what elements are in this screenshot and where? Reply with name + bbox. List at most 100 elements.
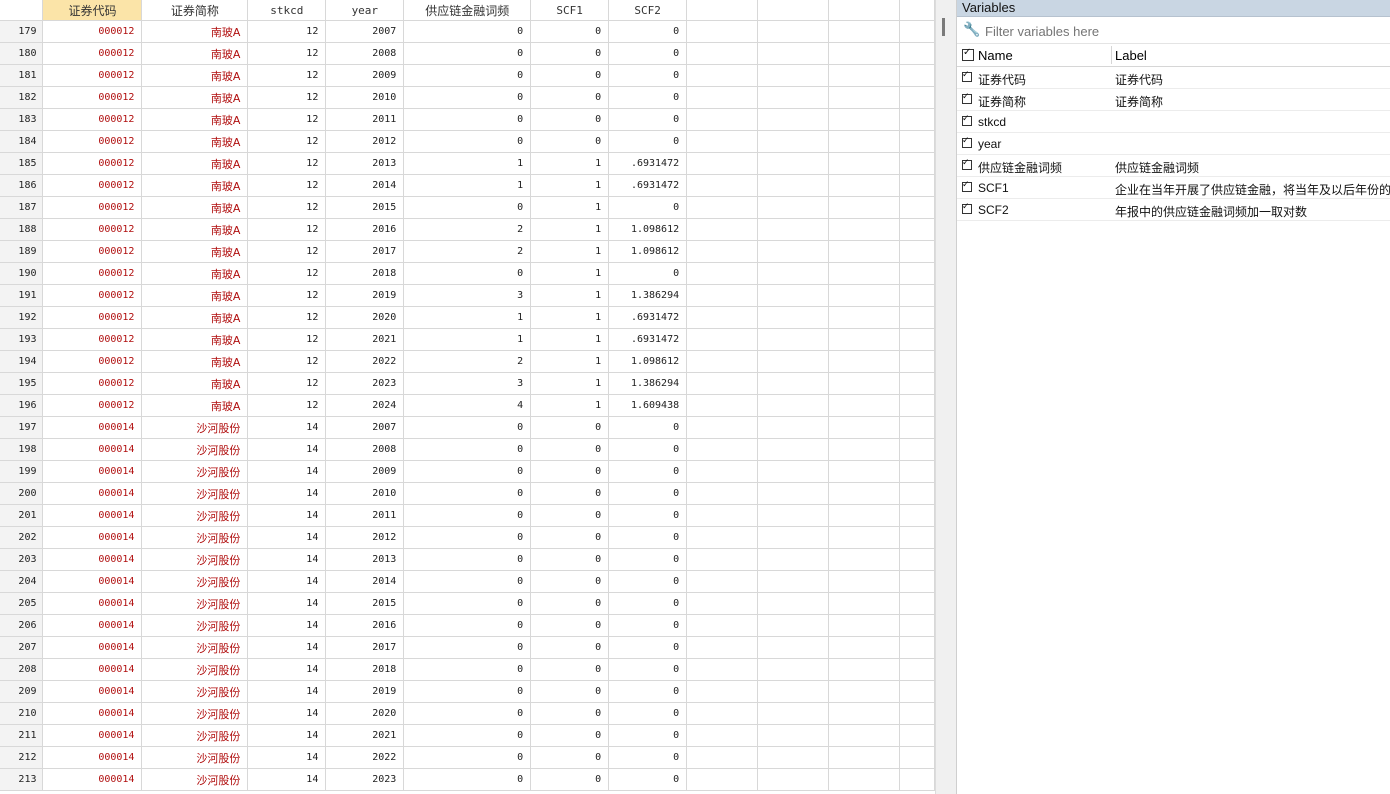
table-row[interactable]: 201 000014 沙河股份 14 2011 0 0 0	[0, 504, 935, 527]
cell-stkcd[interactable]: 14	[247, 570, 327, 593]
label-column-header[interactable]: Label	[1115, 48, 1147, 63]
cell-zqdm[interactable]: 000014	[42, 438, 143, 461]
cell-scf2[interactable]: 0	[608, 614, 688, 637]
cell-scf1[interactable]: 1	[530, 328, 610, 351]
cell-scf1[interactable]: 0	[530, 42, 610, 65]
cell-scf1[interactable]: 1	[530, 174, 610, 197]
empty-cell[interactable]	[828, 504, 900, 527]
empty-cell[interactable]	[757, 592, 829, 615]
cell-scf1[interactable]: 1	[530, 262, 610, 285]
empty-cell[interactable]	[828, 20, 900, 43]
cell-scf-freq[interactable]: 3	[403, 284, 532, 307]
table-row[interactable]: 200 000014 沙河股份 14 2010 0 0 0	[0, 482, 935, 505]
cell-year[interactable]: 2007	[325, 20, 405, 43]
empty-cell[interactable]	[757, 482, 829, 505]
table-row[interactable]: 203 000014 沙河股份 14 2013 0 0 0	[0, 548, 935, 571]
empty-cell[interactable]	[899, 680, 935, 703]
table-row[interactable]: 212 000014 沙河股份 14 2022 0 0 0	[0, 746, 935, 769]
cell-scf1[interactable]: 1	[530, 394, 610, 417]
cell-stkcd[interactable]: 12	[247, 152, 327, 175]
cell-scf1[interactable]: 0	[530, 768, 610, 791]
cell-scf2[interactable]: 0	[608, 20, 688, 43]
cell-scf1[interactable]: 1	[530, 372, 610, 395]
column-divider[interactable]	[1111, 46, 1112, 64]
table-row[interactable]: 183 000012 南玻A 12 2011 0 0 0	[0, 108, 935, 131]
empty-cell[interactable]	[686, 526, 759, 549]
empty-cell[interactable]	[757, 416, 829, 439]
cell-scf2[interactable]: 1.386294	[608, 284, 688, 307]
cell-scf1[interactable]: 0	[530, 702, 610, 725]
cell-scf2[interactable]: 0	[608, 460, 688, 483]
empty-cell[interactable]	[686, 438, 759, 461]
row-number[interactable]: 198	[0, 438, 44, 461]
cell-year[interactable]: 2018	[325, 658, 405, 681]
variable-row[interactable]: stkcd	[957, 111, 1390, 133]
column-header[interactable]: 证券代码	[42, 0, 143, 21]
empty-cell[interactable]	[757, 196, 829, 219]
empty-cell[interactable]	[899, 438, 935, 461]
cell-year[interactable]: 2012	[325, 130, 405, 153]
empty-cell[interactable]	[899, 702, 935, 725]
cell-stkcd[interactable]: 14	[247, 702, 327, 725]
empty-column-header[interactable]	[828, 0, 900, 21]
cell-scf2[interactable]: 0	[608, 658, 688, 681]
row-number[interactable]: 210	[0, 702, 44, 725]
empty-cell[interactable]	[828, 548, 900, 571]
empty-cell[interactable]	[686, 394, 759, 417]
cell-scf-freq[interactable]: 0	[403, 746, 532, 769]
cell-zqjc[interactable]: 南玻A	[141, 328, 249, 351]
cell-scf2[interactable]: 1.386294	[608, 372, 688, 395]
empty-cell[interactable]	[757, 284, 829, 307]
empty-cell[interactable]	[899, 240, 935, 263]
empty-cell[interactable]	[757, 86, 829, 109]
cell-year[interactable]: 2013	[325, 548, 405, 571]
empty-cell[interactable]	[828, 768, 900, 791]
empty-cell[interactable]	[899, 746, 935, 769]
select-all-checkbox[interactable]	[962, 47, 974, 61]
cell-scf2[interactable]: 0	[608, 438, 688, 461]
table-row[interactable]: 197 000014 沙河股份 14 2007 0 0 0	[0, 416, 935, 439]
table-row[interactable]: 179 000012 南玻A 12 2007 0 0 0	[0, 20, 935, 43]
row-number[interactable]: 195	[0, 372, 44, 395]
empty-cell[interactable]	[757, 658, 829, 681]
table-row[interactable]: 184 000012 南玻A 12 2012 0 0 0	[0, 130, 935, 153]
cell-stkcd[interactable]: 12	[247, 240, 327, 263]
empty-cell[interactable]	[686, 482, 759, 505]
variable-row[interactable]: SCF2 年报中的供应链金融词频加一取对数	[957, 199, 1390, 221]
cell-scf-freq[interactable]: 0	[403, 614, 532, 637]
cell-year[interactable]: 2011	[325, 108, 405, 131]
empty-cell[interactable]	[899, 482, 935, 505]
cell-scf1[interactable]: 1	[530, 306, 610, 329]
cell-zqjc[interactable]: 沙河股份	[141, 658, 249, 681]
row-number[interactable]: 199	[0, 460, 44, 483]
cell-scf1[interactable]: 1	[530, 196, 610, 219]
empty-cell[interactable]	[757, 20, 829, 43]
empty-cell[interactable]	[757, 152, 829, 175]
cell-zqjc[interactable]: 南玻A	[141, 196, 249, 219]
empty-cell[interactable]	[828, 130, 900, 153]
empty-cell[interactable]	[899, 460, 935, 483]
row-number[interactable]: 213	[0, 768, 44, 791]
empty-cell[interactable]	[686, 240, 759, 263]
cell-scf-freq[interactable]: 0	[403, 724, 532, 747]
column-header[interactable]: stkcd	[247, 0, 327, 21]
cell-scf-freq[interactable]: 0	[403, 86, 532, 109]
empty-cell[interactable]	[828, 658, 900, 681]
cell-zqjc[interactable]: 南玻A	[141, 20, 249, 43]
empty-cell[interactable]	[899, 658, 935, 681]
column-header[interactable]: SCF1	[530, 0, 610, 21]
empty-cell[interactable]	[899, 394, 935, 417]
row-number[interactable]: 208	[0, 658, 44, 681]
row-number[interactable]: 204	[0, 570, 44, 593]
cell-scf2[interactable]: 0	[608, 680, 688, 703]
empty-cell[interactable]	[686, 262, 759, 285]
cell-stkcd[interactable]: 14	[247, 746, 327, 769]
cell-scf2[interactable]: 0	[608, 768, 688, 791]
cell-scf-freq[interactable]: 0	[403, 460, 532, 483]
cell-stkcd[interactable]: 14	[247, 768, 327, 791]
empty-cell[interactable]	[899, 306, 935, 329]
cell-scf-freq[interactable]: 2	[403, 350, 532, 373]
empty-column-header[interactable]	[899, 0, 935, 21]
empty-cell[interactable]	[899, 218, 935, 241]
cell-zqjc[interactable]: 沙河股份	[141, 636, 249, 659]
